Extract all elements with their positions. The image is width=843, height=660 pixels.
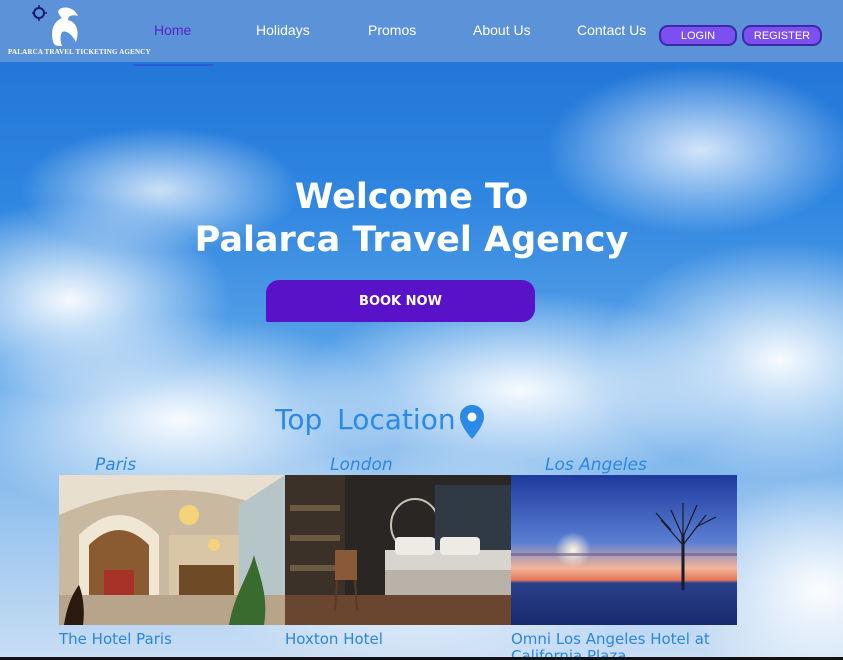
hotel-name-london[interactable]: Hoxton Hotel <box>285 631 511 648</box>
login-button[interactable]: LOGIN <box>659 25 737 46</box>
nav-home[interactable]: Home <box>154 22 191 38</box>
hotel-name-paris[interactable]: The Hotel Paris <box>59 631 285 648</box>
agency-logo[interactable]: PALARCA TRAVEL TICKETING AGENCY <box>8 4 151 60</box>
london-hotel-photo[interactable] <box>285 475 511 625</box>
top-location-title: Top Location <box>275 403 456 436</box>
city-los-angeles: Los Angeles <box>545 455 647 475</box>
nav-promos[interactable]: Promos <box>368 22 416 38</box>
top-nav: PALARCA TRAVEL TICKETING AGENCY Home Hol… <box>0 0 843 62</box>
paris-hotel-photo[interactable] <box>59 475 285 625</box>
hero-title-line1: Welcome To <box>294 177 529 217</box>
los-angeles-hotel-photo[interactable] <box>511 475 737 625</box>
hotel-name-los-angeles[interactable]: Omni Los Angeles Hotel at California Pla… <box>511 631 737 660</box>
eagle-logo-icon <box>32 5 78 47</box>
nav-about-us[interactable]: About Us <box>473 22 531 38</box>
nav-contact-us[interactable]: Contact Us <box>577 22 646 38</box>
book-now-button[interactable]: BOOK NOW <box>266 280 535 322</box>
city-paris: Paris <box>95 455 137 475</box>
map-pin-icon <box>460 405 484 439</box>
hero-title: Welcome To Palarca Travel Agency <box>0 176 823 262</box>
hero-title-line2: Palarca Travel Agency <box>194 220 629 260</box>
active-nav-underline <box>133 64 213 66</box>
register-button[interactable]: REGISTER <box>742 25 822 46</box>
nav-holidays[interactable]: Holidays <box>256 22 310 38</box>
logo-text: PALARCA TRAVEL TICKETING AGENCY <box>8 48 151 56</box>
city-london: London <box>330 455 393 475</box>
